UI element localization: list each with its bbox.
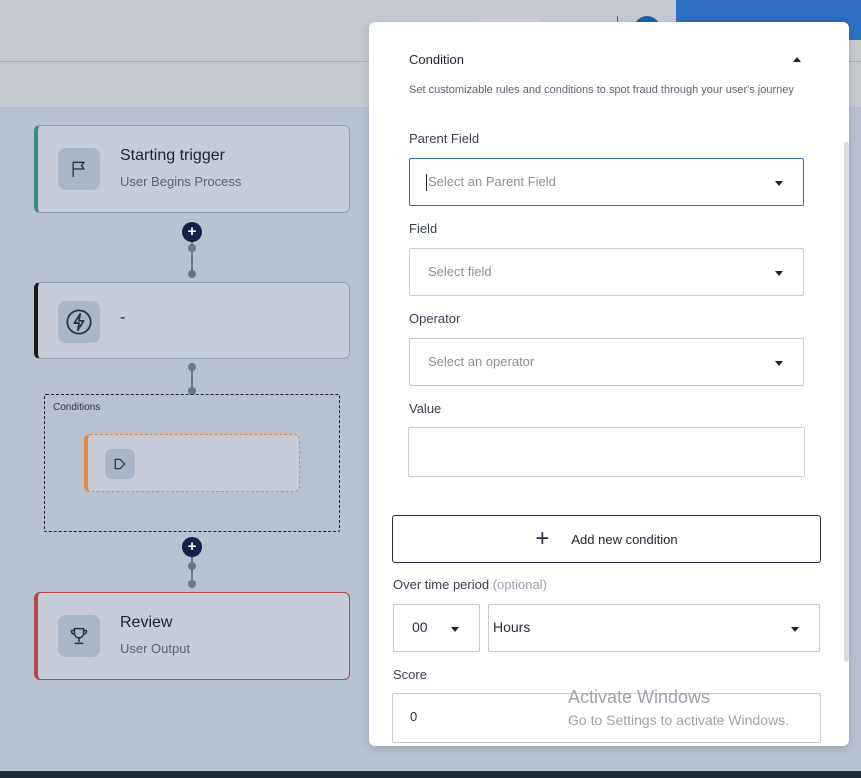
condition-panel: Condition Set customizable rules and con…: [369, 22, 849, 746]
connector-dot: [188, 562, 196, 570]
node-subtitle: User Output: [120, 641, 191, 656]
lightning-icon: [58, 301, 100, 343]
operator-label: Operator: [409, 311, 461, 326]
connector-dot: [188, 270, 196, 278]
condition-icon: [105, 449, 135, 479]
node-title: -: [120, 309, 126, 326]
trophy-icon: [58, 615, 100, 657]
action-node[interactable]: -: [34, 282, 350, 359]
value-label: Value: [409, 401, 442, 416]
optional-tag: (optional): [492, 577, 547, 592]
add-condition-button[interactable]: + Add new condition: [392, 515, 821, 563]
time-amount-select[interactable]: 00: [393, 604, 480, 652]
condition-node[interactable]: [84, 434, 300, 492]
section-title: Condition: [409, 52, 464, 67]
node-title: Review: [120, 614, 173, 631]
condition-section-header[interactable]: Condition: [409, 51, 801, 71]
time-period-label-text: Over time period: [393, 577, 490, 592]
conditions-group[interactable]: Conditions: [44, 394, 340, 532]
starting-trigger-node[interactable]: Starting trigger User Begins Process: [34, 125, 350, 213]
section-description: Set customizable rules and conditions to…: [409, 84, 794, 96]
parent-field-placeholder: Select an Parent Field: [428, 174, 556, 189]
chevron-down-icon: [775, 361, 783, 366]
watermark-line-1: Activate Windows: [568, 687, 711, 707]
node-subtitle: User Begins Process: [120, 174, 242, 189]
time-period-label: Over time period (optional): [393, 577, 547, 592]
score-label: Score: [393, 667, 427, 682]
taskbar: [0, 771, 861, 778]
chevron-down-icon: [451, 627, 459, 632]
chevron-down-icon: [775, 271, 783, 276]
operator-placeholder: Select an operator: [428, 354, 535, 369]
chevron-up-icon[interactable]: [793, 57, 801, 62]
node-title: Starting trigger: [120, 147, 225, 164]
flag-icon: [58, 148, 100, 190]
value-input[interactable]: [408, 427, 805, 477]
plus-icon: +: [535, 525, 550, 552]
operator-select[interactable]: Select an operator: [409, 338, 804, 386]
add-step-button[interactable]: +: [182, 537, 202, 557]
connector-dot: [188, 580, 196, 588]
field-select[interactable]: Select field: [409, 248, 804, 296]
add-step-button[interactable]: +: [182, 222, 202, 242]
time-unit-select[interactable]: Hours: [488, 604, 820, 652]
chevron-down-icon: [775, 181, 783, 186]
time-amount-value: 00: [412, 619, 428, 635]
review-node[interactable]: Review User Output: [34, 592, 350, 680]
watermark-line-2: Go to Settings to activate Windows.: [568, 712, 789, 728]
activation-watermark: Activate Windows Go to Settings to activ…: [568, 687, 789, 728]
text-cursor: [426, 174, 427, 191]
parent-field-label: Parent Field: [409, 131, 480, 146]
score-value: 0: [410, 709, 418, 724]
chevron-down-icon: [791, 627, 799, 632]
parent-field-select[interactable]: Select an Parent Field: [409, 158, 804, 206]
connector-dot: [188, 363, 196, 371]
field-label: Field: [409, 221, 438, 236]
field-placeholder: Select field: [428, 264, 492, 279]
connector-dot: [188, 244, 196, 252]
conditions-label: Conditions: [53, 402, 101, 413]
time-unit-value: Hours: [493, 619, 531, 635]
panel-scrollbar[interactable]: [844, 142, 849, 662]
add-condition-label: Add new condition: [571, 531, 678, 547]
